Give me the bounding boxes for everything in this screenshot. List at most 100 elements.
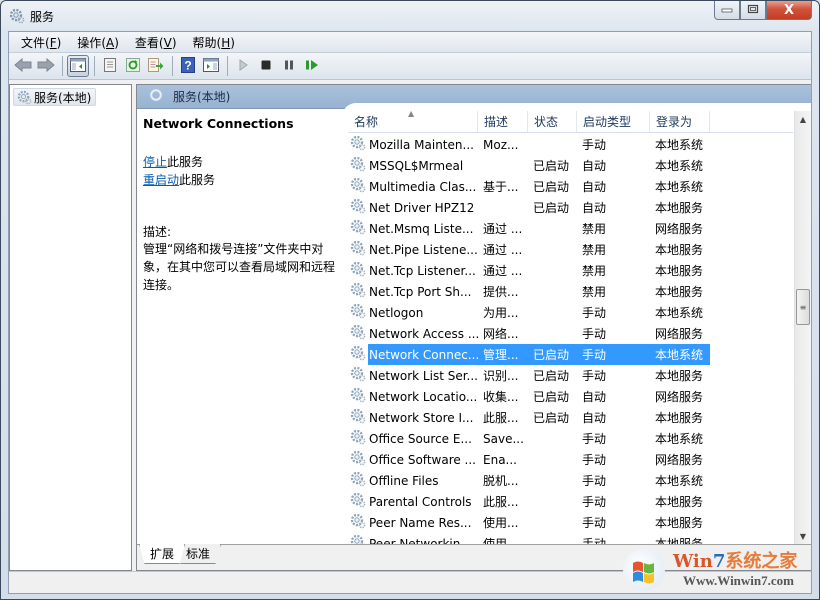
start-service-button[interactable] xyxy=(232,55,254,77)
refresh-button[interactable] xyxy=(122,55,144,77)
service-name: Network Store I... xyxy=(369,410,474,425)
service-name: MSSQL$Mrmeal xyxy=(369,158,464,173)
service-gear-icon xyxy=(350,450,366,469)
column-header-description[interactable]: 描述 xyxy=(478,111,528,132)
service-row[interactable]: Network Connec... 管理... 已启动 手动 本地系统 xyxy=(348,344,793,365)
service-description: 此服... xyxy=(483,495,519,509)
service-name: Network Locatio... xyxy=(369,389,478,404)
service-row[interactable]: Net Driver HPZ12 已启动 自动 本地服务 xyxy=(348,197,793,218)
service-row[interactable]: MSSQL$Mrmeal 已启动 自动 本地系统 xyxy=(348,155,793,176)
service-logon-as: 本地服务 xyxy=(655,516,704,530)
service-gear-icon xyxy=(350,177,366,196)
help-button[interactable]: ? xyxy=(177,55,199,77)
service-gear-icon xyxy=(350,345,366,364)
service-logon-as: 本地系统 xyxy=(655,159,704,173)
column-header-logon-as[interactable]: 登录为 xyxy=(650,111,710,132)
service-row[interactable]: Multimedia Clas... 基于... 已启动 自动 本地系统 xyxy=(348,176,793,197)
restart-service-link[interactable]: 重启动 xyxy=(143,173,179,187)
service-startup-type: 禁用 xyxy=(582,222,607,236)
service-row[interactable]: Network Store I... 此服... 已启动 自动 本地服务 xyxy=(348,407,793,428)
menu-view[interactable]: 查看(V) xyxy=(127,34,185,51)
pause-service-button[interactable] xyxy=(278,55,300,77)
service-startup-type: 手动 xyxy=(582,432,607,446)
forward-icon xyxy=(37,57,55,75)
service-name-cell: Network Access ... xyxy=(348,323,478,344)
service-row[interactable]: Netlogon 为用... 手动 本地系统 xyxy=(348,302,793,323)
service-description: 管理... xyxy=(478,344,528,365)
watermark-brand-cn: 系统之家 xyxy=(725,551,798,572)
service-name-cell: Multimedia Clas... xyxy=(348,176,478,197)
properties-button[interactable] xyxy=(99,55,121,77)
service-startup-type: 自动 xyxy=(582,390,607,404)
service-name-cell: Peer Name Res... xyxy=(348,512,478,533)
service-row[interactable]: Office Source E... Save... 手动 本地系统 xyxy=(348,428,793,449)
window-title: 服务 xyxy=(30,10,55,24)
service-row[interactable]: Peer Networkin... 使用... 手动 本地服务 xyxy=(348,533,793,544)
export-list-button[interactable] xyxy=(145,55,167,77)
service-row[interactable]: Peer Name Res... 使用... 手动 本地服务 xyxy=(348,512,793,533)
service-status: 已启动 xyxy=(528,344,577,365)
watermark-url: Www.Winwin7.com xyxy=(683,573,794,588)
scroll-up-arrow-icon[interactable]: ▲ xyxy=(795,111,811,127)
tab-extended[interactable]: 扩展 xyxy=(139,544,186,564)
service-startup-type: 手动 xyxy=(582,495,607,509)
service-logon-as: 网络服务 xyxy=(655,390,704,404)
service-gear-icon xyxy=(350,366,366,385)
service-row[interactable]: Network List Ser... 识别... 已启动 手动 本地服务 xyxy=(348,365,793,386)
menu-action-label: 操作 xyxy=(77,35,102,50)
scrollbar-thumb[interactable]: ≡ xyxy=(796,289,810,325)
service-name: Net.Tcp Port Sh... xyxy=(369,284,472,299)
back-button[interactable] xyxy=(12,55,34,77)
service-row[interactable]: Network Access ... 网络... 手动 网络服务 xyxy=(348,323,793,344)
service-logon-as: 本地服务 xyxy=(655,537,704,544)
menu-file[interactable]: 文件(F) xyxy=(13,34,69,51)
service-logon-as: 本地服务 xyxy=(655,264,704,278)
service-description: 通过 ... xyxy=(483,264,523,278)
service-gear-icon xyxy=(350,408,366,427)
stop-service-button[interactable] xyxy=(255,55,277,77)
menu-action[interactable]: 操作(A) xyxy=(69,34,127,51)
column-header-status[interactable]: 状态 xyxy=(528,111,577,132)
forward-button[interactable] xyxy=(35,55,57,77)
service-row[interactable]: Net.Tcp Port Sh... 提供... 禁用 本地服务 xyxy=(348,281,793,302)
stop-service-link[interactable]: 停止 xyxy=(143,155,167,169)
column-header-name[interactable]: 名称 ▲ xyxy=(348,109,478,132)
service-status: 已启动 xyxy=(533,369,570,383)
grip-icon: ≡ xyxy=(799,302,807,312)
service-row[interactable]: Office Software ... Ena... 手动 网络服务 xyxy=(348,449,793,470)
restore-icon xyxy=(747,4,759,17)
minimize-button[interactable] xyxy=(714,1,740,20)
service-row[interactable]: Net.Tcp Listener... 通过 ... 禁用 本地服务 xyxy=(348,260,793,281)
service-logon-as: 网络服务 xyxy=(655,453,704,467)
column-header-startup-type[interactable]: 启动类型 xyxy=(577,111,650,132)
service-status xyxy=(528,323,577,344)
scroll-down-arrow-icon[interactable]: ▼ xyxy=(795,528,811,544)
service-name: Parental Controls xyxy=(369,494,472,509)
service-name-cell: Offline Files xyxy=(348,470,478,491)
service-row[interactable]: Parental Controls 此服... 手动 本地服务 xyxy=(348,491,793,512)
service-name-cell: Peer Networkin... xyxy=(348,533,478,544)
service-row[interactable]: Network Locatio... 收集... 已启动 自动 网络服务 xyxy=(348,386,793,407)
resume-icon xyxy=(305,59,319,74)
show-hide-console-tree-button[interactable] xyxy=(67,55,89,77)
close-button[interactable]: X xyxy=(766,1,812,20)
column-name-label: 名称 xyxy=(354,115,379,129)
service-row[interactable]: Offline Files 脱机... 手动 本地系统 xyxy=(348,470,793,491)
show-action-pane-button[interactable] xyxy=(200,55,222,77)
resume-service-button[interactable] xyxy=(301,55,323,77)
service-name: Peer Networkin... xyxy=(369,536,472,545)
vertical-scrollbar[interactable]: ▲ ≡ ▼ xyxy=(794,111,811,544)
service-startup-type: 自动 xyxy=(582,201,607,215)
service-row[interactable]: Net.Pipe Listene... 通过 ... 禁用 本地服务 xyxy=(348,239,793,260)
tree-item-label: 服务(本地) xyxy=(34,90,92,105)
maximize-button[interactable] xyxy=(740,1,766,20)
title-bar[interactable]: 服务 X xyxy=(1,1,819,31)
service-row[interactable]: Net.Msmq Liste... 通过 ... 禁用 网络服务 xyxy=(348,218,793,239)
service-gear-icon xyxy=(350,534,366,544)
menu-help[interactable]: 帮助(H) xyxy=(185,34,243,51)
service-status xyxy=(528,281,577,302)
service-row[interactable]: Mozilla Mainten... Moz... 手动 本地系统 xyxy=(348,134,793,155)
menu-view-accel: V xyxy=(163,35,172,50)
service-status xyxy=(528,260,577,281)
tree-item-services-local[interactable]: 服务(本地) xyxy=(13,88,97,106)
